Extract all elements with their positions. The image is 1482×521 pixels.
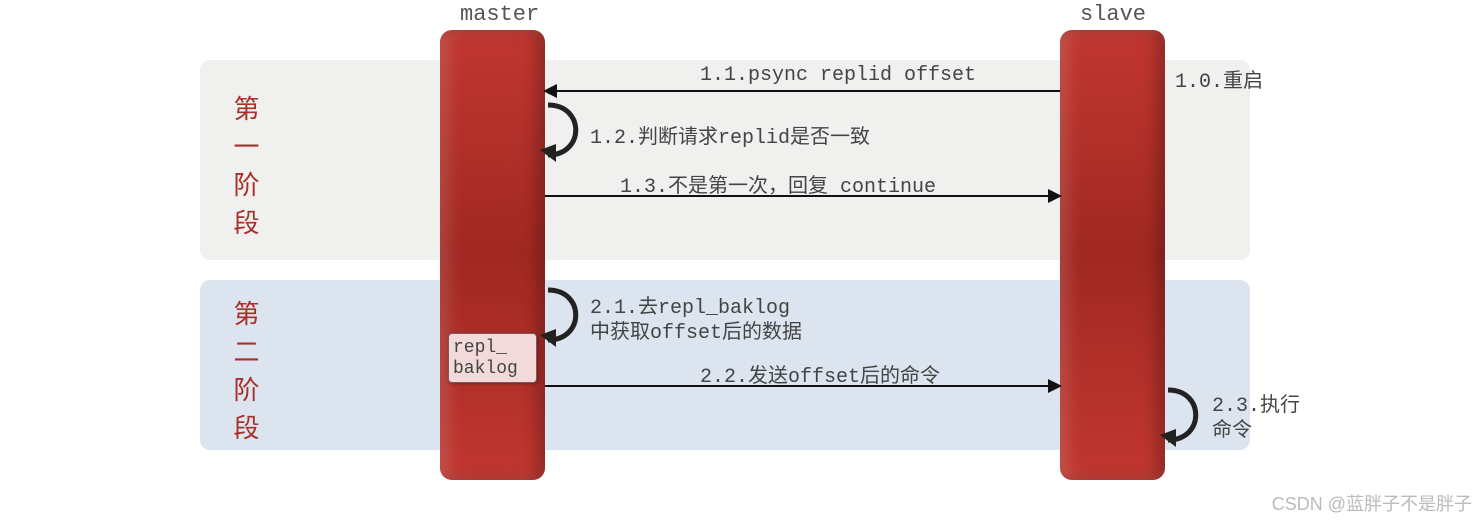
repl-baklog-box: repl_ baklog <box>448 333 537 383</box>
msg-1-1: 1.1.psync replid offset <box>700 64 976 87</box>
phase-1-label: 第一阶段 <box>230 95 256 247</box>
slave-label: slave <box>1080 2 1146 27</box>
msg-1-3: 1.3.不是第一次，回复 continue <box>620 169 936 199</box>
watermark-text: CSDN @蓝胖子不是胖子 <box>1272 490 1472 516</box>
arrow-psync <box>545 90 1060 92</box>
master-label: master <box>460 2 539 27</box>
msg-2-2: 2.2.发送offset后的命令 <box>700 359 940 389</box>
self-loop-exec-icon <box>1160 385 1210 455</box>
phase-2-label: 第二阶段 <box>230 300 256 452</box>
slave-lifeline <box>1060 30 1165 480</box>
self-loop-replid-check-icon <box>540 100 590 170</box>
master-lifeline <box>440 30 545 480</box>
msg-1-0: 1.0.重启 <box>1175 64 1263 94</box>
msg-2-1b: 中获取offset后的数据 <box>590 315 802 345</box>
self-loop-baklog-fetch-icon <box>540 285 590 355</box>
msg-2-3b: 命令 <box>1212 413 1252 443</box>
msg-1-2: 1.2.判断请求replid是否一致 <box>590 120 870 150</box>
